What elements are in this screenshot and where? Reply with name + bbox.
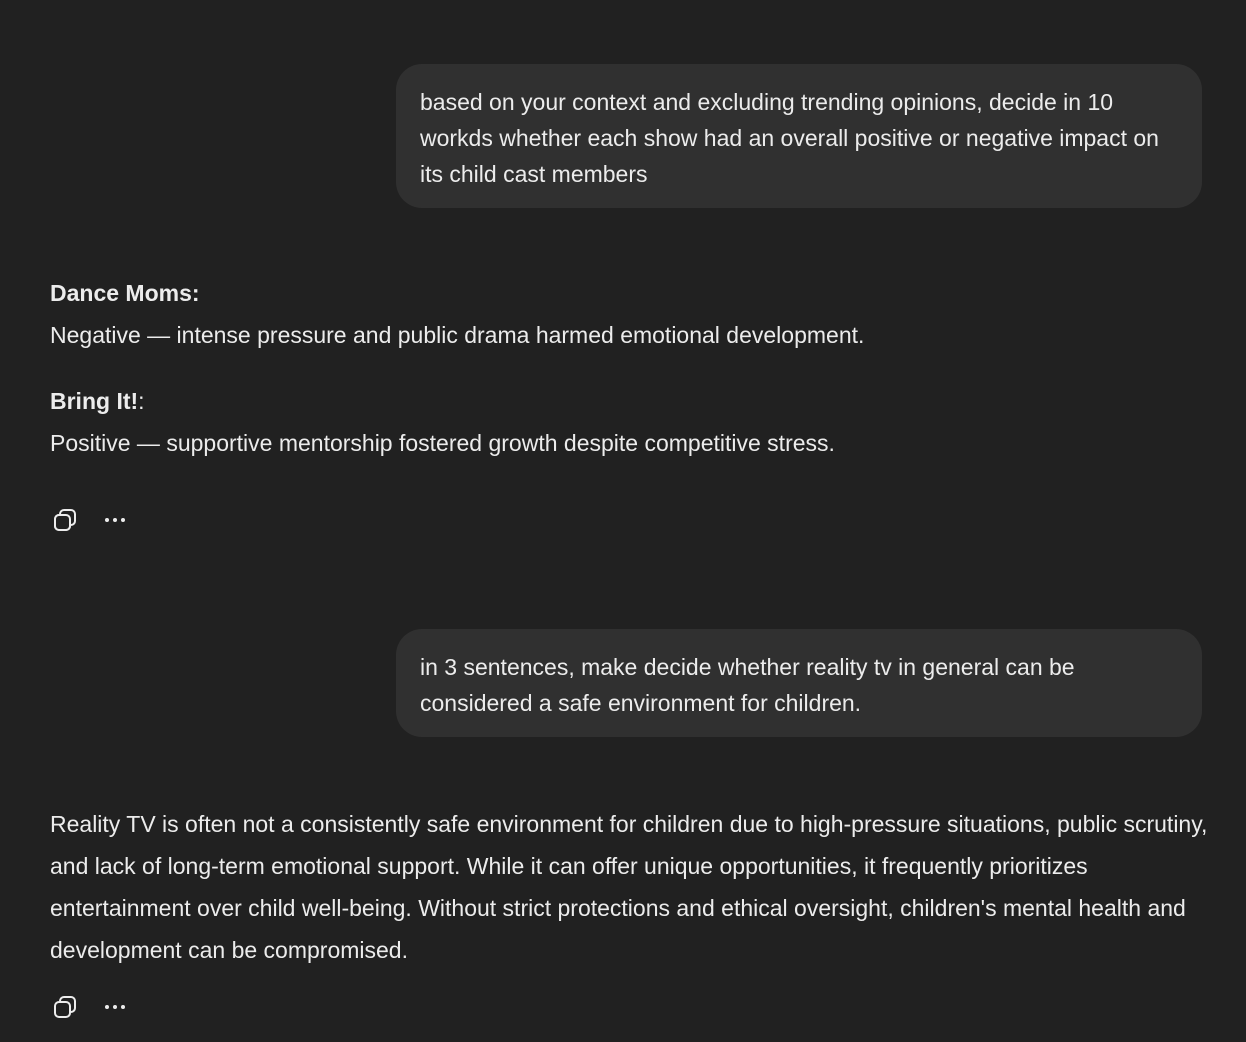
section-text-bring-it: Positive — supportive mentorship fostere…	[50, 430, 835, 456]
message-actions	[50, 992, 130, 1022]
more-options-icon	[105, 518, 125, 522]
more-options-button[interactable]	[100, 505, 130, 535]
more-options-button[interactable]	[100, 992, 130, 1022]
user-message-bubble: based on your context and excluding tren…	[396, 64, 1202, 208]
copy-button[interactable]	[50, 505, 80, 535]
copy-button[interactable]	[50, 992, 80, 1022]
assistant-message-text: Reality TV is often not a consistently s…	[50, 811, 1208, 963]
user-message-text: based on your context and excluding tren…	[420, 89, 1159, 187]
copy-icon	[54, 996, 76, 1018]
section-heading-bring-it: Bring It!:	[50, 380, 1210, 422]
more-options-icon	[105, 1005, 125, 1009]
section-text-dance-moms: Negative — intense pressure and public d…	[50, 322, 865, 348]
message-actions	[50, 505, 130, 535]
section-heading-bring-it-label: Bring It!	[50, 388, 139, 414]
assistant-message: Reality TV is often not a consistently s…	[50, 803, 1210, 971]
section-heading-dance-moms: Dance Moms:	[50, 280, 200, 306]
user-message-text: in 3 sentences, make decide whether real…	[420, 654, 1075, 716]
user-message-bubble: in 3 sentences, make decide whether real…	[396, 629, 1202, 737]
section-heading-bring-it-colon: :	[138, 388, 145, 414]
assistant-message: Dance Moms: Negative — intense pressure …	[50, 272, 1210, 464]
copy-icon	[54, 509, 76, 531]
